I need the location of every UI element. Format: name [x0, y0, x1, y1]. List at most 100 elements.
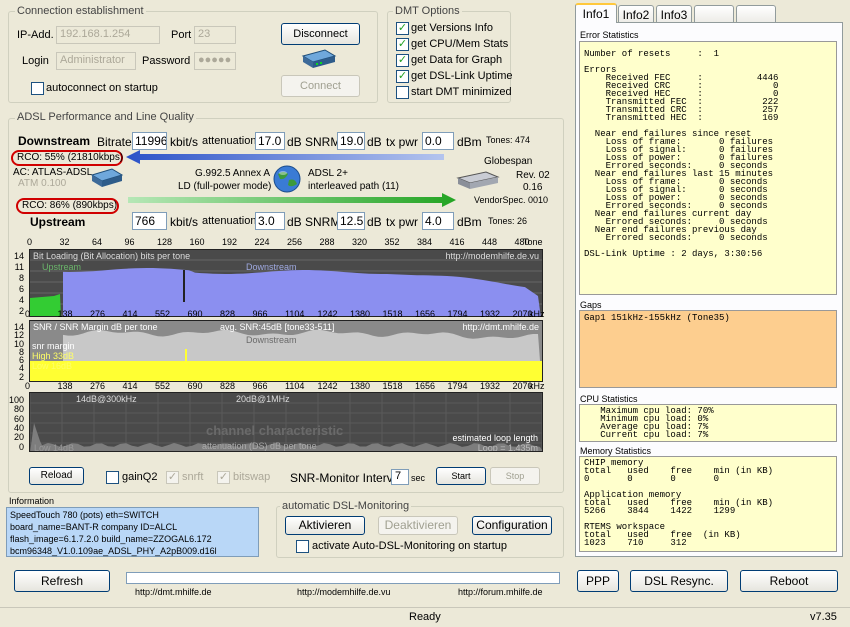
dmt-option-checkbox[interactable]: ✓ [396, 22, 409, 35]
khz-tick-label: 1380 [350, 381, 371, 391]
y-tick-label: 11 [14, 262, 24, 272]
channel-loop-length: Loop = 1.435m [477, 443, 538, 452]
snr-low-label: Low 16dB [32, 361, 73, 371]
connect-button[interactable]: Connect [281, 75, 360, 97]
connection-group-title: Connection establishment [15, 5, 146, 17]
mode-annex: G.992.5 Annex A [195, 168, 271, 179]
password-input[interactable]: ●●●●● [194, 52, 236, 70]
adsl-group-title: ADSL Performance and Line Quality [15, 111, 196, 123]
up-bitrate-value: 766 [132, 212, 167, 230]
dmt-option-checkbox[interactable]: ✓ [396, 54, 409, 67]
khz-axis-label: kHz [529, 381, 545, 391]
error-stats-panel: Number of resets : 1 Errors Received FEC… [579, 41, 837, 295]
khz-tick-label: 1518 [382, 309, 403, 319]
dmt-option-checkbox[interactable]: ✓ [396, 70, 409, 83]
tab-info1[interactable]: Info1 [575, 3, 617, 23]
activate-button[interactable]: Aktivieren [285, 516, 365, 535]
down-rco-badge: RCO: 55% (21810kbps) [11, 150, 123, 166]
down-bitrate-unit: kbit/s [170, 135, 199, 149]
ip-label: IP-Add. [17, 29, 54, 41]
login-label: Login [22, 55, 49, 67]
bitswap-checkbox[interactable]: ✓ [217, 471, 230, 484]
snr-avg: avg. SNR:45dB [tone33-511] [220, 322, 335, 332]
dmt-option-label: start DMT minimized [411, 86, 512, 98]
khz-tick-label: 1932 [480, 381, 501, 391]
path-label: interleaved path (11) [308, 181, 399, 192]
tone-tick-label: 160 [189, 237, 205, 247]
khz-tick-label: 1242 [317, 309, 338, 319]
up-txpwr-dbm: dBm [457, 215, 482, 229]
vendorspec-label: VendorSpec. 0010 [474, 195, 549, 205]
tab-info2[interactable]: Info2 [618, 5, 654, 23]
tone-tick-label: 224 [254, 237, 270, 247]
login-input[interactable]: Administrator [56, 52, 136, 70]
bitloading-title: Bit Loading (Bit Allocation) bits per to… [33, 251, 191, 261]
downstream-mark: Downstream [246, 262, 297, 272]
info-line: flash_image=6.1.7.2.0 build_name=ZZOGAL6… [10, 534, 212, 544]
dmt-option-checkbox[interactable] [396, 86, 409, 99]
tone-tick-label: 416 [449, 237, 465, 247]
error-stats-title: Error Statistics [580, 30, 639, 40]
up-txpwr-label: tx pwr [386, 215, 419, 229]
deactivate-button[interactable]: Deaktivieren [378, 516, 458, 535]
atm-label: ATM 0.100 [18, 178, 67, 189]
ip-input[interactable]: 192.168.1.254 [56, 26, 160, 44]
snr-high-label: High 33dB [32, 351, 75, 361]
mem-stats-panel: CHIP memory total used free min (in KB) … [579, 456, 837, 552]
khz-tick-label: 690 [187, 309, 203, 319]
dmt-option-checkbox[interactable]: ✓ [396, 38, 409, 51]
gainq2-checkbox[interactable] [106, 471, 119, 484]
version-text: v7.35 [810, 611, 837, 623]
down-att-value: 17.0 [255, 132, 285, 150]
up-txpwr-value: 4.0 [422, 212, 454, 230]
snr-interval-label: SNR-Monitor Interval: [290, 471, 406, 485]
start-button[interactable]: Start [436, 467, 486, 485]
down-txpwr-value: 0.0 [422, 132, 454, 150]
dmt-option-label: get CPU/Mem Stats [411, 38, 509, 50]
tab-empty[interactable] [736, 5, 776, 23]
ppp-button[interactable]: PPP [577, 570, 619, 592]
bitswap-label: bitswap [233, 471, 271, 483]
mode-power: LD (full-power mode) [178, 181, 272, 192]
khz-tick-label: 414 [122, 381, 138, 391]
upstream-mark: Upstream [42, 262, 82, 272]
tab-empty[interactable] [694, 5, 734, 23]
khz-tick-label: 138 [57, 309, 73, 319]
refresh-button[interactable]: Refresh [14, 570, 110, 592]
status-text: Ready [409, 611, 441, 623]
up-snrm-value: 12.5 [337, 212, 365, 230]
disconnect-button[interactable]: Disconnect [281, 23, 360, 45]
tone-tick-label: 64 [92, 237, 103, 247]
port-input[interactable]: 23 [194, 26, 236, 44]
snrft-checkbox[interactable]: ✓ [166, 471, 179, 484]
down-att-label: attenuation [202, 135, 257, 147]
autoconnect-checkbox[interactable] [31, 82, 44, 95]
reboot-button[interactable]: Reboot [740, 570, 838, 592]
khz-tick-label: 0 [25, 381, 31, 391]
down-snrm-value: 19.0 [337, 132, 365, 150]
tone-tick-label: 448 [482, 237, 498, 247]
link-modemhilfe[interactable]: http://modemhilfe.de.vu [297, 587, 391, 597]
snr-interval-input[interactable]: 7 [391, 469, 409, 485]
configuration-button[interactable]: Configuration [472, 516, 552, 535]
link-dmt[interactable]: http://dmt.mhilfe.de [135, 587, 212, 597]
stop-button[interactable]: Stop [490, 467, 540, 485]
tab-info3[interactable]: Info3 [656, 5, 692, 23]
up-snrm-label: SNRM [305, 215, 341, 229]
khz-tick-label: 690 [187, 381, 203, 391]
reload-button[interactable]: Reload [29, 467, 84, 485]
dmt-option-label: get DSL-Link Uptime [411, 70, 513, 82]
port-label: Port [171, 29, 192, 41]
channel-graph: 14dB@300kHz 20dB@1MHz channel characteri… [29, 392, 543, 452]
snrft-label: snrft [182, 471, 204, 483]
dsl-resync-button[interactable]: DSL Resync. [630, 570, 728, 592]
modem-icon [299, 48, 337, 70]
auto-startup-checkbox[interactable] [296, 540, 309, 553]
gainq2-label: gainQ2 [122, 471, 158, 483]
bitloading-url: http://modemhilfe.de.vu [445, 251, 539, 261]
up-att-label: attenuation [202, 215, 257, 227]
khz-tick-label: 276 [90, 381, 106, 391]
link-forum[interactable]: http://forum.mhilfe.de [458, 587, 543, 597]
info-line: board_name=BANT-R company ID=ALCL [10, 522, 178, 532]
down-txpwr-label: tx pwr [386, 135, 419, 149]
